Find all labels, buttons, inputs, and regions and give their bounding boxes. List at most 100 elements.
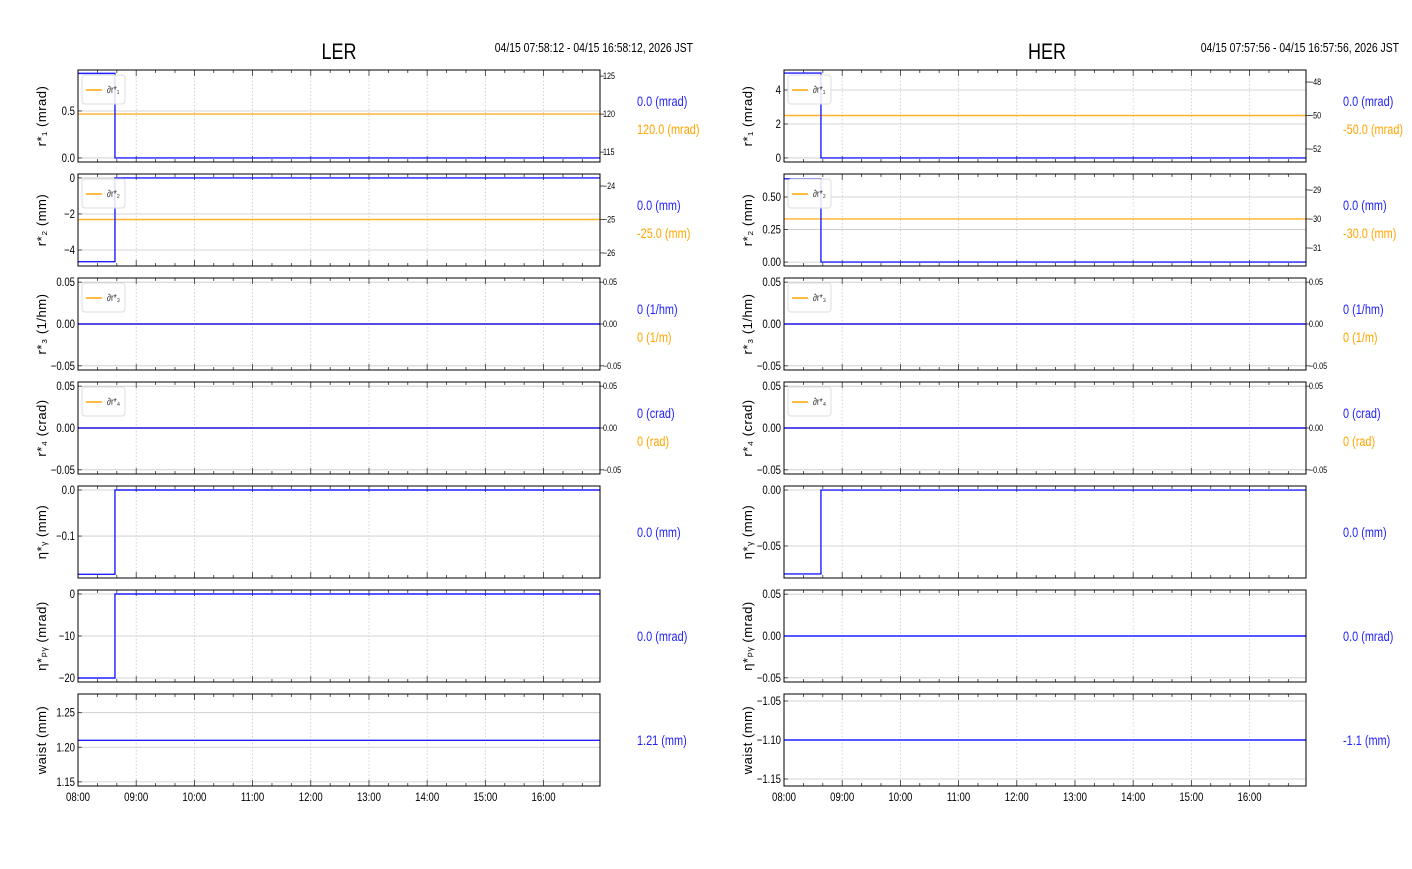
y2-tick-label: 125 [603, 71, 615, 81]
x-tick-label: 08:00 [772, 791, 796, 804]
subplot-panel: −1.05 −1.10 −1.15waist (mm) -1.1 (mm) [740, 693, 1390, 787]
y-tick-label: 1.15 [56, 776, 75, 789]
chart-title: LER [321, 40, 356, 64]
y-tick-label: 1.25 [56, 707, 75, 720]
y-axis-label: r*₄ (crad) [740, 399, 755, 456]
y2-tick-label: −50 [1309, 111, 1322, 121]
y2-tick-label: −0.05 [603, 361, 622, 371]
y-tick-label: 0.25 [762, 224, 781, 237]
y-axis-label: η*ᵧ (mm) [740, 505, 755, 559]
y2-tick-label: −31 [1309, 243, 1322, 253]
subplot-panel: 0 2 4 r*₁ (mrad) −48 −50 −52 ∂r*₁ 0.0 (mrad) -50.… [740, 69, 1403, 165]
y2-tick-label: −0.05 [603, 465, 622, 475]
y-axis-label: η*ᵧ (mm) [34, 505, 49, 559]
y-tick-label: −1.05 [757, 695, 781, 708]
current-value-label: 0.0 (mm) [637, 198, 681, 214]
subplot-panel: 0 −2 −4 r*₂ (mm) −24 −25 −26 ∂r*₂ 0.0 (mm) -25.0 … [34, 172, 690, 267]
x-tick-label: 10:00 [182, 791, 206, 804]
legend-label: ∂r*₃ [107, 292, 120, 303]
plot-frame [783, 485, 1307, 579]
current-value-label: 0.0 (mrad) [637, 94, 687, 110]
y2-tick-label: −48 [1309, 77, 1322, 87]
subplot-panel: 0.050.00−0.05r*₄ (crad)0.050.00−0.05∂r*₄… [740, 380, 1381, 477]
y2-tick-label: 0.00 [603, 319, 617, 329]
y-tick-label: −0.05 [51, 360, 75, 373]
current-value-label: 0.0 (mm) [637, 525, 681, 541]
legend-label: ∂r*₃ [813, 292, 826, 303]
subplot-panel: 0.50 0.25 0.00 r*₂ (mm) −29 −30 −31 ∂r*₂ 0.0 (mm… [740, 173, 1396, 269]
y2-tick-label: −25 [603, 215, 616, 225]
x-tick-label: 13:00 [357, 791, 381, 804]
legend: ∂r*₄ [81, 386, 126, 417]
y-tick-label: −1.15 [757, 773, 781, 786]
y-tick-label: 0.00 [762, 422, 781, 435]
x-tick-label: 15:00 [1179, 791, 1203, 804]
x-tick-label: 12:00 [1005, 791, 1029, 804]
subplot-panel: 0 −10 −20 η*ₚᵧ (mrad) 0.0 (mrad) [34, 588, 687, 685]
current-value-label: 0 (crad) [1343, 406, 1381, 422]
y-axis-label: waist (mm) [740, 706, 755, 776]
y-tick-label: 0 [776, 152, 781, 165]
y-tick-label: −20 [59, 672, 75, 685]
current-value-label: 0.0 (mm) [1343, 198, 1387, 214]
time-range: 04/15 07:57:56 - 04/15 16:57:56, 2026 JS… [1201, 41, 1399, 55]
y-axis-label: r*₄ (crad) [34, 399, 49, 456]
y-tick-label: −10 [59, 630, 75, 643]
y-tick-label: −0.05 [757, 540, 781, 553]
current-value-label: -1.1 (mm) [1343, 733, 1390, 749]
legend-label: ∂r*₄ [813, 396, 826, 407]
y-axis-label: r*₂ (mm) [34, 194, 49, 246]
legend-label: ∂r*₄ [107, 396, 120, 407]
y2-tick-label: −30 [1309, 214, 1322, 224]
y-tick-label: −1.10 [757, 734, 781, 747]
y-axis-label: r*₃ (1/hm) [740, 294, 755, 355]
subplot-panel: 0.05 0.00 −0.05η*ₚᵧ (mrad) 0.0 (mrad) [740, 588, 1393, 685]
primary-series-line [78, 72, 600, 159]
ler-chart: LER 04/15 07:58:12 - 04/15 16:58:12, 2026… [34, 40, 699, 804]
y-axis-label: η*ₚᵧ (mrad) [740, 601, 755, 670]
legend-label: ∂r*₁ [107, 84, 119, 95]
y-tick-label: 0.5 [62, 105, 75, 118]
y-tick-label: 0.00 [762, 484, 781, 497]
y2-tick-label: −0.05 [1309, 361, 1328, 371]
subplot-panel: 0.050.00−0.05r*₄ (crad)0.050.00−0.05∂r*₄… [34, 380, 675, 477]
x-tick-label: 09:00 [830, 791, 854, 804]
primary-series-line [784, 489, 1306, 575]
y2-tick-label: 115 [603, 147, 615, 157]
y-tick-label: 0.0 [62, 152, 75, 165]
y-tick-label: 0.0 [62, 484, 75, 497]
y-axis-label: r*₃ (1/hm) [34, 294, 49, 355]
reference-value-label: 0 (rad) [637, 434, 669, 450]
y-tick-label: 0.00 [762, 630, 781, 643]
y-tick-label: 2 [776, 118, 781, 131]
y-tick-label: −0.1 [56, 530, 75, 543]
y-tick-label: 0 [70, 172, 75, 185]
y-axis-label: waist (mm) [34, 706, 49, 776]
y2-tick-label: 0.00 [603, 423, 617, 433]
x-tick-label: 13:00 [1063, 791, 1087, 804]
figure: LER 04/15 07:58:12 - 04/15 16:58:12, 2026… [34, 40, 1403, 804]
legend: ∂r*₂ [787, 178, 832, 209]
primary-series-line [78, 489, 600, 576]
reference-value-label: -25.0 (mm) [637, 226, 690, 242]
x-tick-label: 14:00 [415, 791, 439, 804]
reference-value-label: -50.0 (mrad) [1343, 122, 1403, 138]
y-tick-label: 0.00 [56, 422, 75, 435]
y-axis-label: r*₁ (mrad) [740, 86, 755, 147]
y-tick-label: 0.05 [56, 276, 75, 289]
y2-tick-label: 0.05 [1309, 381, 1323, 391]
x-tick-label: 14:00 [1121, 791, 1145, 804]
y-tick-label: 0.05 [762, 380, 781, 393]
subplot-panel: 0.0 0.5 r*₁ (mrad) 115 120 125 ∂r*₁ 0.0 (mrad) 1… [34, 69, 699, 165]
y-tick-label: 0 [70, 588, 75, 601]
y2-tick-label: 0.00 [1309, 423, 1323, 433]
legend-label: ∂r*₁ [813, 84, 825, 95]
reference-value-label: -30.0 (mm) [1343, 226, 1396, 242]
y-axis-label: r*₂ (mm) [740, 194, 755, 246]
y-tick-label: −0.05 [757, 672, 781, 685]
x-tick-label: 10:00 [888, 791, 912, 804]
y2-tick-label: −24 [603, 181, 616, 191]
reference-value-label: 0 (1/m) [637, 330, 672, 346]
y-tick-label: −4 [64, 244, 75, 257]
y2-tick-label: 0.05 [1309, 277, 1323, 287]
